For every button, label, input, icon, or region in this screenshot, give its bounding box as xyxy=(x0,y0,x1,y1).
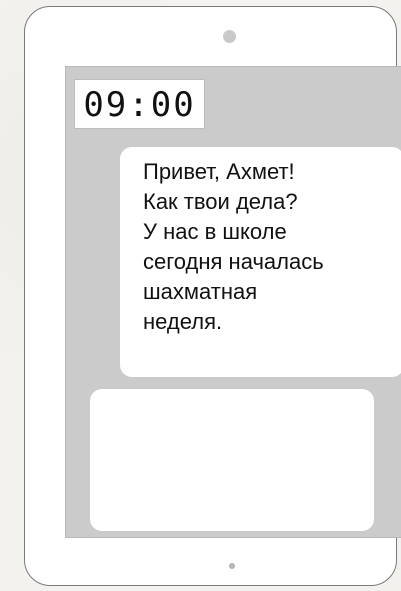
camera-icon xyxy=(223,30,236,43)
clock-display: 09:00 xyxy=(74,79,205,129)
reply-input[interactable] xyxy=(90,389,374,531)
message-text: Привет, Ахмет! Как твои дела? У нас в шк… xyxy=(143,159,324,334)
tablet-device: 09:00 Привет, Ахмет! Как твои дела? У на… xyxy=(24,6,401,586)
home-button-icon[interactable] xyxy=(229,563,235,569)
message-bubble: Привет, Ахмет! Как твои дела? У нас в шк… xyxy=(120,147,401,377)
screen: 09:00 Привет, Ахмет! Как твои дела? У на… xyxy=(65,66,401,538)
